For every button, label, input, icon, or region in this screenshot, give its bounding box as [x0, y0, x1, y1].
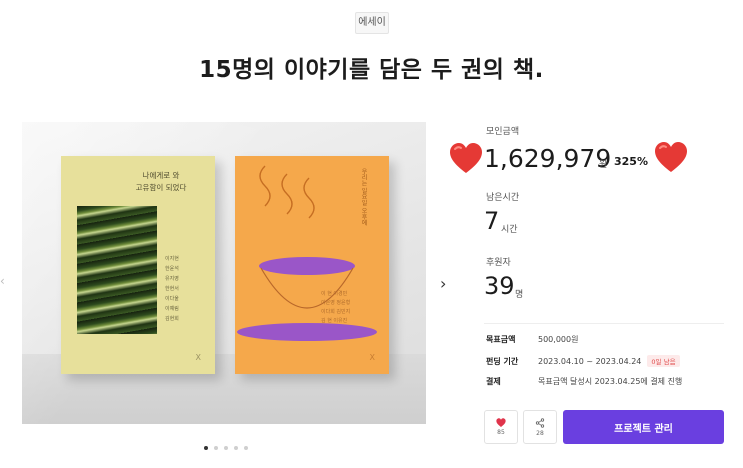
book-left-photo — [77, 206, 157, 334]
manage-project-button[interactable]: 프로젝트 관리 — [563, 410, 724, 444]
book-left-logo: X — [195, 353, 201, 362]
book-left-title: 나에게로 와 고유함이 되었다 — [135, 171, 187, 192]
raised-amount: 1,629,979 — [484, 144, 612, 173]
carousel-next-icon[interactable]: › — [440, 274, 446, 293]
carousel-prev-icon[interactable]: ‹ — [0, 274, 5, 288]
period-value: 2023.04.10 ~ 2023.04.24 — [538, 356, 642, 366]
book-right-title: 우리는 일요일 오후에 — [360, 168, 367, 226]
category-badge[interactable]: 에세이 — [355, 12, 389, 34]
payment-value: 목표금액 달성시 2023.04.25에 결제 진행 — [538, 377, 683, 386]
share-count: 28 — [536, 429, 544, 437]
book-right-authors: 이 현 이경민 이은영 정윤형 이다희 김민지 김 현 이유진 — [321, 291, 351, 324]
like-count: 85 — [497, 429, 505, 436]
payment-key: 결제 — [486, 377, 501, 386]
book-cover-left: 나에게로 와 고유함이 되었다 이지현 한윤석 유지영 한현서 이다울 이예림 … — [61, 156, 215, 374]
carousel-dot[interactable] — [234, 446, 238, 450]
payment-row: 결제 목표금액 달성시 2023.04.25에 결제 진행 — [486, 376, 682, 387]
raised-label: 모인금액 — [486, 127, 520, 137]
heart-icon — [496, 418, 506, 427]
raised-percent: 325% — [614, 155, 648, 168]
time-left-label: 남은시간 — [486, 193, 520, 203]
heart-icon — [655, 142, 687, 172]
carousel-pagination — [204, 446, 248, 450]
goal-key: 목표금액 — [486, 335, 516, 344]
carousel-dot[interactable] — [214, 446, 218, 450]
book-left-authors: 이지현 한윤석 유지영 한현서 이다울 이예림 김현희 — [165, 256, 179, 322]
book-right-logo: X — [369, 353, 375, 362]
carousel-dot[interactable] — [244, 446, 248, 450]
days-left-badge: 0일 남음 — [647, 355, 680, 367]
time-left-unit: 시간 — [501, 225, 518, 235]
backers-value: 39 — [484, 272, 515, 300]
time-left-value: 7 — [484, 207, 500, 235]
period-row: 펀딩 기간 2023.04.10 ~ 2023.04.24 0일 남음 — [486, 355, 680, 367]
book-cover-right: 우리는 일요일 오후에 이 현 이경민 이은영 정윤형 이다희 김민지 김 현 … — [235, 156, 389, 374]
backers-unit: 명 — [515, 290, 524, 300]
share-icon — [535, 417, 545, 428]
goal-value: 500,000원 — [538, 335, 579, 344]
period-key: 펀딩 기간 — [486, 356, 519, 366]
like-button[interactable]: 85 — [484, 410, 518, 444]
raised-unit: 원 — [599, 160, 608, 170]
share-button[interactable]: 28 — [523, 410, 557, 444]
carousel-dot[interactable] — [204, 446, 208, 450]
backers-label: 후원자 — [486, 258, 511, 268]
page-title: 15명의 이야기를 담은 두 권의 책. — [199, 57, 544, 83]
carousel-dot[interactable] — [224, 446, 228, 450]
divider — [484, 323, 724, 324]
heart-icon — [450, 143, 482, 173]
goal-row: 목표금액 500,000원 — [486, 334, 578, 345]
